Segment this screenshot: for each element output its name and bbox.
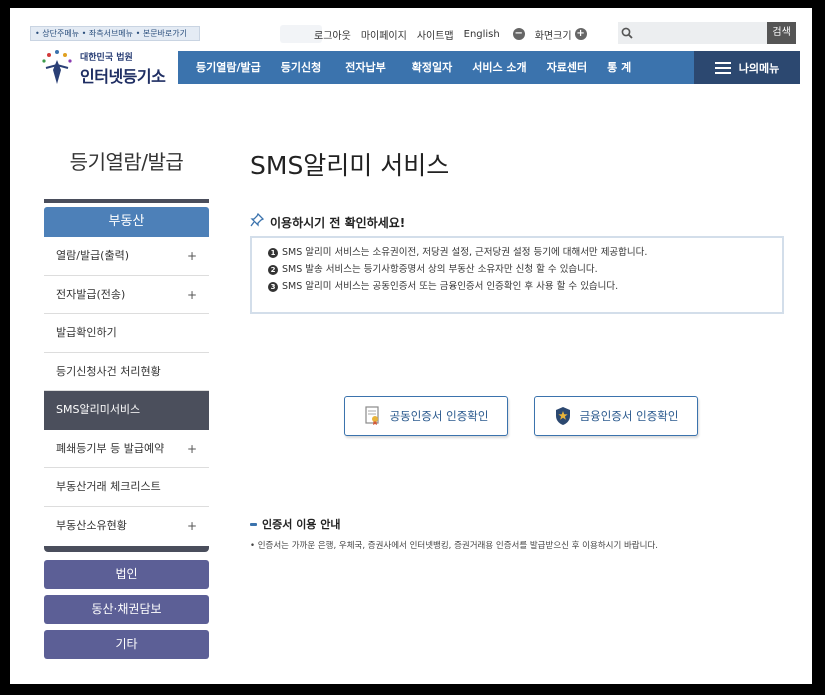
sitemap-link[interactable]: 사이트맵 [417,27,454,42]
expand-icon: + [186,518,197,533]
notice-item: 3 SMS 알리미 서비스는 공동인증서 또는 금융인증서 인증확인 후 사용 할… [268,278,766,295]
english-link[interactable]: English [464,29,500,40]
gnb-item-registration[interactable]: 등기신청 [271,51,331,84]
lnb-button-etc[interactable]: 기타 [44,630,209,659]
gnb-item-data-center[interactable]: 자료센터 [537,51,597,84]
pin-icon [250,212,265,231]
expand-icon: + [186,249,197,263]
utility-links: 로그아웃 마이페이지 사이트맵 English − 화면크기 + [314,25,607,43]
guide-heading: 인증서 이용 안내 [250,516,341,532]
mypage-link[interactable]: 마이페이지 [361,27,407,42]
lnb-item-label: 부동산소유현황 [56,518,127,532]
lnb-item-case-status[interactable]: 등기신청사건 처리현황 [44,353,209,391]
zoom-in-icon[interactable]: + [574,28,587,40]
lnb-item-e-issue[interactable]: 전자발급(전송) + [44,276,209,314]
number-badge: 1 [268,247,278,258]
search-button[interactable]: 검색 [767,22,796,44]
search-bar: 검색 [618,22,796,44]
notice-box: 1 SMS 알리미 서비스는 소유권이전, 저당권 설정, 근저당권 설정 등기에… [250,236,784,314]
lnb-category-real-estate[interactable]: 부동산 [44,207,209,237]
search-icon [618,22,635,44]
lnb-item-closed-register[interactable]: 폐쇄등기부 등 발급예약 + [44,430,209,468]
lnb-bottom-bar [44,546,209,552]
lnb-divider [44,199,209,203]
court-logo-icon [42,50,72,84]
font-size-label: 화면크기 [534,30,572,42]
main-navigation: 등기열람/발급 등기신청 전자납부 확정일자 서비스 소개 자료센터 통 계 나… [178,51,800,84]
font-size-control: − 화면크기 + [510,27,597,42]
lnb-item-issue-check[interactable]: 발급확인하기 [44,314,209,353]
guide-heading-text: 인증서 이용 안내 [262,518,341,531]
number-badge: 3 [268,281,278,292]
notice-item: 2 SMS 발송 서비스는 등기사항증명서 상의 부동산 소유자만 신청 할 수 … [268,261,766,278]
skip-navigation[interactable]: • 상단주메뉴 • 좌측서브메뉴 • 본문바로가기 [30,26,200,41]
notice-item: 1 SMS 알리미 서비스는 소유권이전, 저당권 설정, 근저당권 설정 등기에… [268,244,766,261]
lnb-item-checklist[interactable]: 부동산거래 체크리스트 [44,468,209,507]
search-input[interactable] [635,22,768,44]
expand-icon: + [186,441,197,456]
lnb-button-movable-property[interactable]: 동산·채권담보 [44,595,209,624]
number-badge: 2 [268,264,278,275]
lnb-title: 등기열람/발급 [69,150,184,174]
lnb-item-label: 열람/발급(출력) [56,249,130,262]
financial-certificate-button[interactable]: 금융인증서 인증확인 [534,396,698,436]
bullet-icon [250,522,257,526]
hamburger-icon [714,61,731,74]
notice-heading-text: 이용하시기 전 확인하세요! [270,215,406,230]
financial-certificate-label: 금융인증서 인증확인 [579,409,679,423]
lnb-item-label: 등기신청사건 처리현황 [56,364,161,378]
lnb-item-label: 부동산거래 체크리스트 [56,480,161,493]
gnb-item-service-intro[interactable]: 서비스 소개 [462,51,536,84]
logo-subtitle: 대한민국 법원 [80,53,133,63]
lnb-item-ownership[interactable]: 부동산소유현황 + [44,507,209,546]
my-menu-button[interactable]: 나의메뉴 [694,51,800,84]
logo-title: 인터넷등기소 [80,67,166,86]
logout-link[interactable]: 로그아웃 [314,27,351,42]
lnb-item-label: SMS알리미서비스 [56,403,141,416]
my-menu-label: 나의메뉴 [738,61,780,75]
notice-heading: 이용하시기 전 확인하세요! [250,212,406,231]
lnb-item-view-print[interactable]: 열람/발급(출력) + [44,237,209,276]
lnb-list: 열람/발급(출력) + 전자발급(전송) + 발급확인하기 등기신청사건 처리현황 … [44,237,209,545]
joint-certificate-label: 공동인증서 인증확인 [389,409,489,423]
browser-page: • 상단주메뉴 • 좌측서브메뉴 • 본문바로가기 대한민국 법원 인터넷등기소… [10,8,812,684]
lnb-item-label: 발급확인하기 [56,326,117,339]
gnb-item-view-issue[interactable]: 등기열람/발급 [186,51,271,84]
guide-text: • 인증서는 가까운 은행, 우체국, 증권사에서 인터넷뱅킹, 증권거래용 인… [250,541,658,551]
certificate-icon [364,406,382,426]
shield-icon [554,406,572,426]
zoom-out-icon[interactable]: − [512,28,525,40]
site-logo[interactable]: 대한민국 법원 인터넷등기소 [38,46,173,88]
gnb-item-statistics[interactable]: 통 계 [597,51,641,84]
lnb-item-label: 전자발급(전송) [56,287,126,301]
notice-text: SMS 알리미 서비스는 공동인증서 또는 금융인증서 인증확인 후 사용 할 … [282,281,619,292]
expand-icon: + [186,287,197,302]
notice-text: SMS 발송 서비스는 등기사항증명서 상의 부동산 소유자만 신청 할 수 있… [282,264,598,275]
lnb-button-corporation[interactable]: 법인 [44,560,209,589]
notice-text: SMS 알리미 서비스는 소유권이전, 저당권 설정, 근저당권 설정 등기에 … [282,247,648,258]
lnb-item-sms-service[interactable]: SMS알리미서비스 [44,391,209,430]
lnb-item-label: 폐쇄등기부 등 발급예약 [56,441,165,455]
page-title: SMS알리미 서비스 [250,151,450,180]
gnb-item-e-payment[interactable]: 전자납부 [331,51,395,84]
joint-certificate-button[interactable]: 공동인증서 인증확인 [344,396,508,436]
gnb-item-fixed-date[interactable]: 확정일자 [396,51,462,84]
